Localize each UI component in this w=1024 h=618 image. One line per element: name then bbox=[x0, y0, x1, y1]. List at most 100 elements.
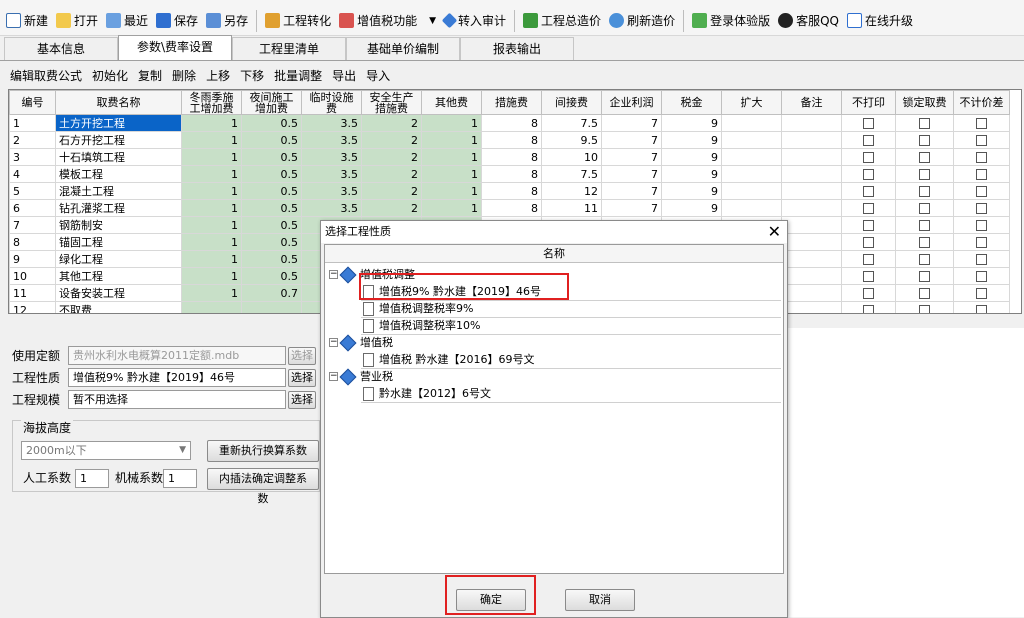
row-checkbox[interactable] bbox=[863, 169, 874, 180]
row-value-cell[interactable]: 1 bbox=[181, 284, 242, 302]
row-value-cell[interactable]: 7 bbox=[601, 114, 662, 132]
row-value-cell[interactable]: 1 bbox=[421, 199, 482, 217]
row-checkbox[interactable] bbox=[863, 271, 874, 282]
row-checkbox[interactable] bbox=[919, 203, 930, 214]
row-note-cell[interactable] bbox=[781, 216, 842, 234]
machine-input[interactable]: 1 bbox=[163, 469, 197, 488]
scale-field[interactable]: 暂不用选择 bbox=[68, 390, 286, 409]
row-value-cell[interactable]: 0.5 bbox=[241, 148, 302, 166]
row-value-cell[interactable]: 1 bbox=[181, 199, 242, 217]
tree-item[interactable]: 增值税 黔水建【2016】69号文 bbox=[363, 351, 535, 368]
row-value-cell[interactable]: 1 bbox=[181, 114, 242, 132]
batch-adjust-button[interactable]: 批量调整 bbox=[274, 67, 322, 84]
import-button[interactable]: 导入 bbox=[366, 67, 390, 84]
row-name[interactable]: 十石填筑工程 bbox=[55, 148, 182, 166]
tab-params[interactable]: 参数\费率设置 bbox=[118, 35, 232, 60]
recalc-button[interactable]: 重新执行换算系数 bbox=[207, 440, 319, 462]
row-checkbox[interactable] bbox=[976, 254, 987, 265]
row-checkbox[interactable] bbox=[863, 288, 874, 299]
row-checkbox[interactable] bbox=[976, 186, 987, 197]
row-value-cell[interactable]: 9 bbox=[661, 131, 722, 149]
row-checkbox[interactable] bbox=[919, 152, 930, 163]
row-value-cell[interactable]: 2 bbox=[361, 148, 422, 166]
labor-input[interactable]: 1 bbox=[75, 469, 109, 488]
row-name[interactable]: 不取费 bbox=[55, 301, 182, 313]
refresh-button[interactable]: 刷新造价 bbox=[605, 8, 679, 34]
row-value-cell[interactable]: 1 bbox=[421, 131, 482, 149]
row-value-cell[interactable]: 12 bbox=[541, 182, 602, 200]
row-value-cell[interactable]: 3.5 bbox=[301, 182, 362, 200]
collapse-icon[interactable]: − bbox=[329, 270, 338, 279]
cancel-button[interactable]: 取消 bbox=[565, 589, 635, 611]
row-checkbox[interactable] bbox=[976, 305, 987, 313]
row-value-cell[interactable]: 9.5 bbox=[541, 131, 602, 149]
row-value-cell[interactable]: 0.5 bbox=[241, 250, 302, 268]
row-value-cell[interactable]: 8 bbox=[481, 131, 542, 149]
row-value-cell[interactable]: 11 bbox=[541, 199, 602, 217]
row-value-cell[interactable]: 1 bbox=[181, 182, 242, 200]
row-value-cell[interactable]: 0.5 bbox=[241, 131, 302, 149]
export-button[interactable]: 导出 bbox=[332, 67, 356, 84]
row-checkbox[interactable] bbox=[863, 237, 874, 248]
row-value-cell[interactable]: 9 bbox=[661, 199, 722, 217]
row-value-cell[interactable]: 1 bbox=[181, 131, 242, 149]
row-checkbox[interactable] bbox=[863, 254, 874, 265]
row-value-cell[interactable]: 8 bbox=[481, 114, 542, 132]
row-expand-cell[interactable] bbox=[721, 165, 782, 183]
row-checkbox[interactable] bbox=[976, 288, 987, 299]
row-checkbox[interactable] bbox=[976, 203, 987, 214]
row-value-cell[interactable]: 8 bbox=[481, 182, 542, 200]
row-name[interactable]: 钢筋制安 bbox=[55, 216, 182, 234]
row-checkbox[interactable] bbox=[919, 305, 930, 313]
row-value-cell[interactable]: 0.5 bbox=[241, 216, 302, 234]
row-value-cell[interactable]: 1 bbox=[421, 182, 482, 200]
upgrade-button[interactable]: 在线升级 bbox=[843, 8, 917, 34]
total-cost-button[interactable]: 工程总造价 bbox=[519, 8, 605, 34]
nature-field[interactable]: 增值税9% 黔水建【2019】46号 bbox=[68, 368, 286, 387]
row-checkbox[interactable] bbox=[976, 220, 987, 231]
tree-item[interactable]: 增值税调整税率9% bbox=[363, 300, 473, 317]
row-checkbox[interactable] bbox=[919, 135, 930, 146]
row-value-cell[interactable]: 1 bbox=[181, 233, 242, 251]
row-checkbox[interactable] bbox=[919, 271, 930, 282]
new-button[interactable]: 新建 bbox=[2, 8, 52, 34]
copy-button[interactable]: 复制 bbox=[138, 67, 162, 84]
row-value-cell[interactable]: 0.7 bbox=[241, 284, 302, 302]
row-value-cell[interactable]: 3.5 bbox=[301, 114, 362, 132]
tab-bill[interactable]: 工程里清单 bbox=[232, 37, 346, 60]
row-name[interactable]: 模板工程 bbox=[55, 165, 182, 183]
row-value-cell[interactable]: 7 bbox=[601, 199, 662, 217]
interp-button[interactable]: 内插法确定调整系数 bbox=[207, 468, 319, 505]
row-value-cell[interactable]: 8 bbox=[481, 148, 542, 166]
row-name[interactable]: 绿化工程 bbox=[55, 250, 182, 268]
tree-item[interactable]: 黔水建【2012】6号文 bbox=[363, 385, 491, 402]
row-value-cell[interactable]: 2 bbox=[361, 199, 422, 217]
row-checkbox[interactable] bbox=[863, 152, 874, 163]
row-value-cell[interactable]: 7.5 bbox=[541, 165, 602, 183]
tab-report[interactable]: 报表输出 bbox=[460, 37, 574, 60]
row-name[interactable]: 土方开挖工程 bbox=[55, 114, 182, 132]
tab-basic-info[interactable]: 基本信息 bbox=[4, 37, 118, 60]
row-checkbox[interactable] bbox=[863, 135, 874, 146]
table-row[interactable]: 2 石方开挖工程 1 0.5 3.5 2 1 8 9.5 7 9 bbox=[9, 131, 1010, 149]
row-name[interactable]: 钻孔灌浆工程 bbox=[55, 199, 182, 217]
move-up-button[interactable]: 上移 bbox=[206, 67, 230, 84]
row-checkbox[interactable] bbox=[863, 305, 874, 313]
row-value-cell[interactable] bbox=[241, 301, 302, 313]
row-value-cell[interactable]: 9 bbox=[661, 182, 722, 200]
tax-function-button[interactable]: 增值税功能 ▼ bbox=[335, 8, 440, 34]
collapse-icon[interactable]: − bbox=[329, 338, 338, 347]
row-note-cell[interactable] bbox=[781, 250, 842, 268]
row-checkbox[interactable] bbox=[976, 271, 987, 282]
save-button[interactable]: 保存 bbox=[152, 8, 202, 34]
row-checkbox[interactable] bbox=[919, 186, 930, 197]
nature-select-button[interactable]: 选择 bbox=[288, 368, 316, 387]
row-note-cell[interactable] bbox=[781, 284, 842, 302]
row-note-cell[interactable] bbox=[781, 267, 842, 285]
row-value-cell[interactable]: 2 bbox=[361, 131, 422, 149]
row-checkbox[interactable] bbox=[976, 118, 987, 129]
tree-item[interactable]: 增值税调整税率10% bbox=[363, 317, 480, 334]
login-button[interactable]: 登录体验版 bbox=[688, 8, 774, 34]
row-value-cell[interactable]: 3.5 bbox=[301, 165, 362, 183]
row-value-cell[interactable]: 9 bbox=[661, 114, 722, 132]
